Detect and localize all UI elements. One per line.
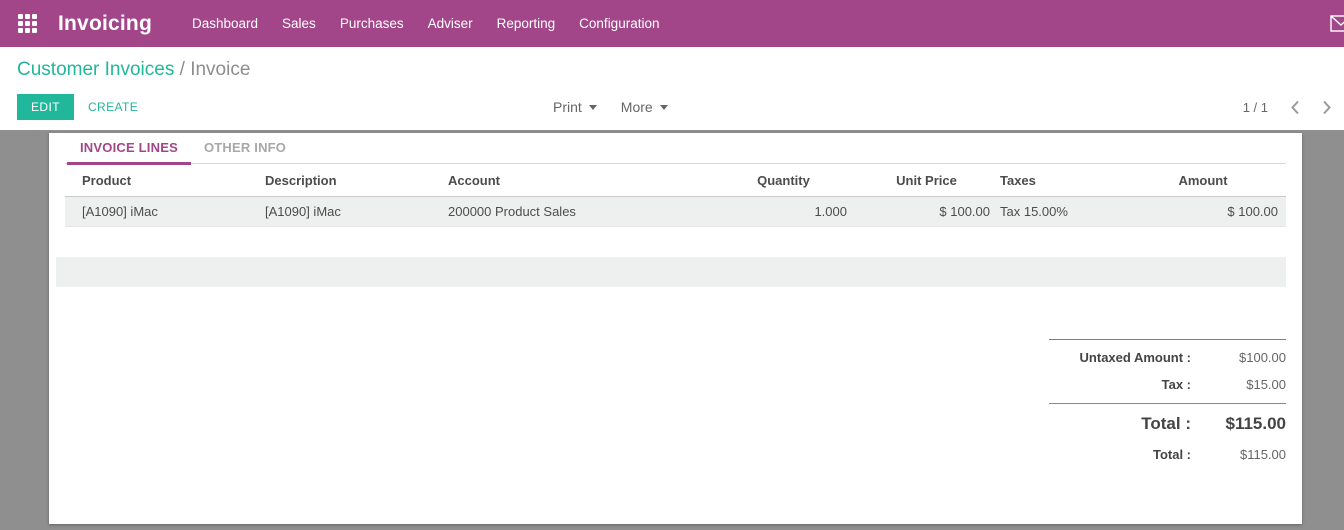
tab-invoice-lines[interactable]: INVOICE LINES — [67, 133, 191, 164]
total-secondary-row: Total : $115.00 — [1049, 447, 1286, 462]
print-dropdown[interactable]: Print — [553, 99, 597, 115]
action-buttons: EDIT CREATE — [17, 94, 152, 120]
col-header-quantity: Quantity — [712, 164, 855, 197]
col-header-unit-price: Unit Price — [855, 164, 998, 197]
cell-amount: $ 100.00 — [1120, 197, 1286, 227]
cell-taxes: Tax 15.00% — [998, 197, 1120, 227]
apps-grid-icon[interactable] — [18, 14, 37, 33]
cell-quantity: 1.000 — [712, 197, 855, 227]
tax-label: Tax : — [1049, 377, 1191, 392]
pager: 1 / 1 — [1243, 94, 1332, 120]
breadcrumb-customer-invoices[interactable]: Customer Invoices — [17, 59, 174, 80]
total-secondary-value: $115.00 — [1191, 447, 1286, 462]
control-panel: Customer Invoices / Invoice EDIT CREATE … — [0, 47, 1344, 130]
menu-item-configuration[interactable]: Configuration — [567, 0, 671, 47]
tab-other-info[interactable]: OTHER INFO — [191, 133, 299, 164]
col-header-amount: Amount — [1120, 164, 1286, 197]
create-button[interactable]: CREATE — [74, 94, 152, 120]
total-value: $115.00 — [1191, 414, 1286, 434]
main-menu: Dashboard Sales Purchases Adviser Report… — [180, 0, 672, 47]
invoice-lines-table: Product Description Account Quantity Uni… — [65, 164, 1286, 227]
chevron-right-icon[interactable] — [1322, 100, 1332, 115]
untaxed-amount-value: $100.00 — [1191, 350, 1286, 365]
breadcrumb-separator: / — [180, 59, 191, 80]
envelope-icon[interactable] — [1330, 15, 1344, 37]
app-title: Invoicing — [58, 12, 152, 36]
menu-item-dashboard[interactable]: Dashboard — [180, 0, 270, 47]
totals-divider — [1049, 403, 1286, 404]
total-row: Total : $115.00 — [1049, 414, 1286, 434]
col-header-taxes: Taxes — [998, 164, 1120, 197]
table-row[interactable]: [A1090] iMac [A1090] iMac 200000 Product… — [65, 197, 1286, 227]
cell-unit-price: $ 100.00 — [855, 197, 998, 227]
total-label: Total : — [1049, 414, 1191, 434]
menu-item-adviser[interactable]: Adviser — [416, 0, 485, 47]
dropdown-buttons: Print More — [553, 94, 668, 120]
empty-section-band — [56, 257, 1286, 287]
pager-value[interactable]: 1 / 1 — [1243, 100, 1268, 115]
menu-item-reporting[interactable]: Reporting — [485, 0, 568, 47]
breadcrumb-current-invoice: Invoice — [190, 59, 250, 80]
untaxed-amount-row: Untaxed Amount : $100.00 — [1049, 350, 1286, 365]
cell-description: [A1090] iMac — [248, 197, 431, 227]
notebook-tabs: INVOICE LINES OTHER INFO — [65, 133, 1286, 164]
menu-item-sales[interactable]: Sales — [270, 0, 328, 47]
caret-down-icon — [589, 105, 597, 110]
breadcrumb: Customer Invoices / Invoice — [17, 59, 250, 81]
invoice-form-sheet: INVOICE LINES OTHER INFO Product Descrip… — [49, 133, 1302, 524]
content-area: INVOICE LINES OTHER INFO Product Descrip… — [0, 130, 1344, 530]
tax-value: $15.00 — [1191, 377, 1286, 392]
totals-summary: Untaxed Amount : $100.00 Tax : $15.00 To… — [1049, 339, 1286, 462]
col-header-product: Product — [65, 164, 248, 197]
untaxed-amount-label: Untaxed Amount : — [1049, 350, 1191, 365]
table-header-row: Product Description Account Quantity Uni… — [65, 164, 1286, 197]
caret-down-icon — [660, 105, 668, 110]
edit-button[interactable]: EDIT — [17, 94, 74, 120]
menu-item-purchases[interactable]: Purchases — [328, 0, 416, 47]
col-header-account: Account — [431, 164, 712, 197]
tax-row: Tax : $15.00 — [1049, 377, 1286, 403]
chevron-left-icon[interactable] — [1290, 100, 1300, 115]
col-header-description: Description — [248, 164, 431, 197]
top-navbar: Invoicing Dashboard Sales Purchases Advi… — [0, 0, 1344, 47]
cell-account: 200000 Product Sales — [431, 197, 712, 227]
cell-product: [A1090] iMac — [65, 197, 248, 227]
total-secondary-label: Total : — [1049, 447, 1191, 462]
more-dropdown[interactable]: More — [621, 99, 668, 115]
